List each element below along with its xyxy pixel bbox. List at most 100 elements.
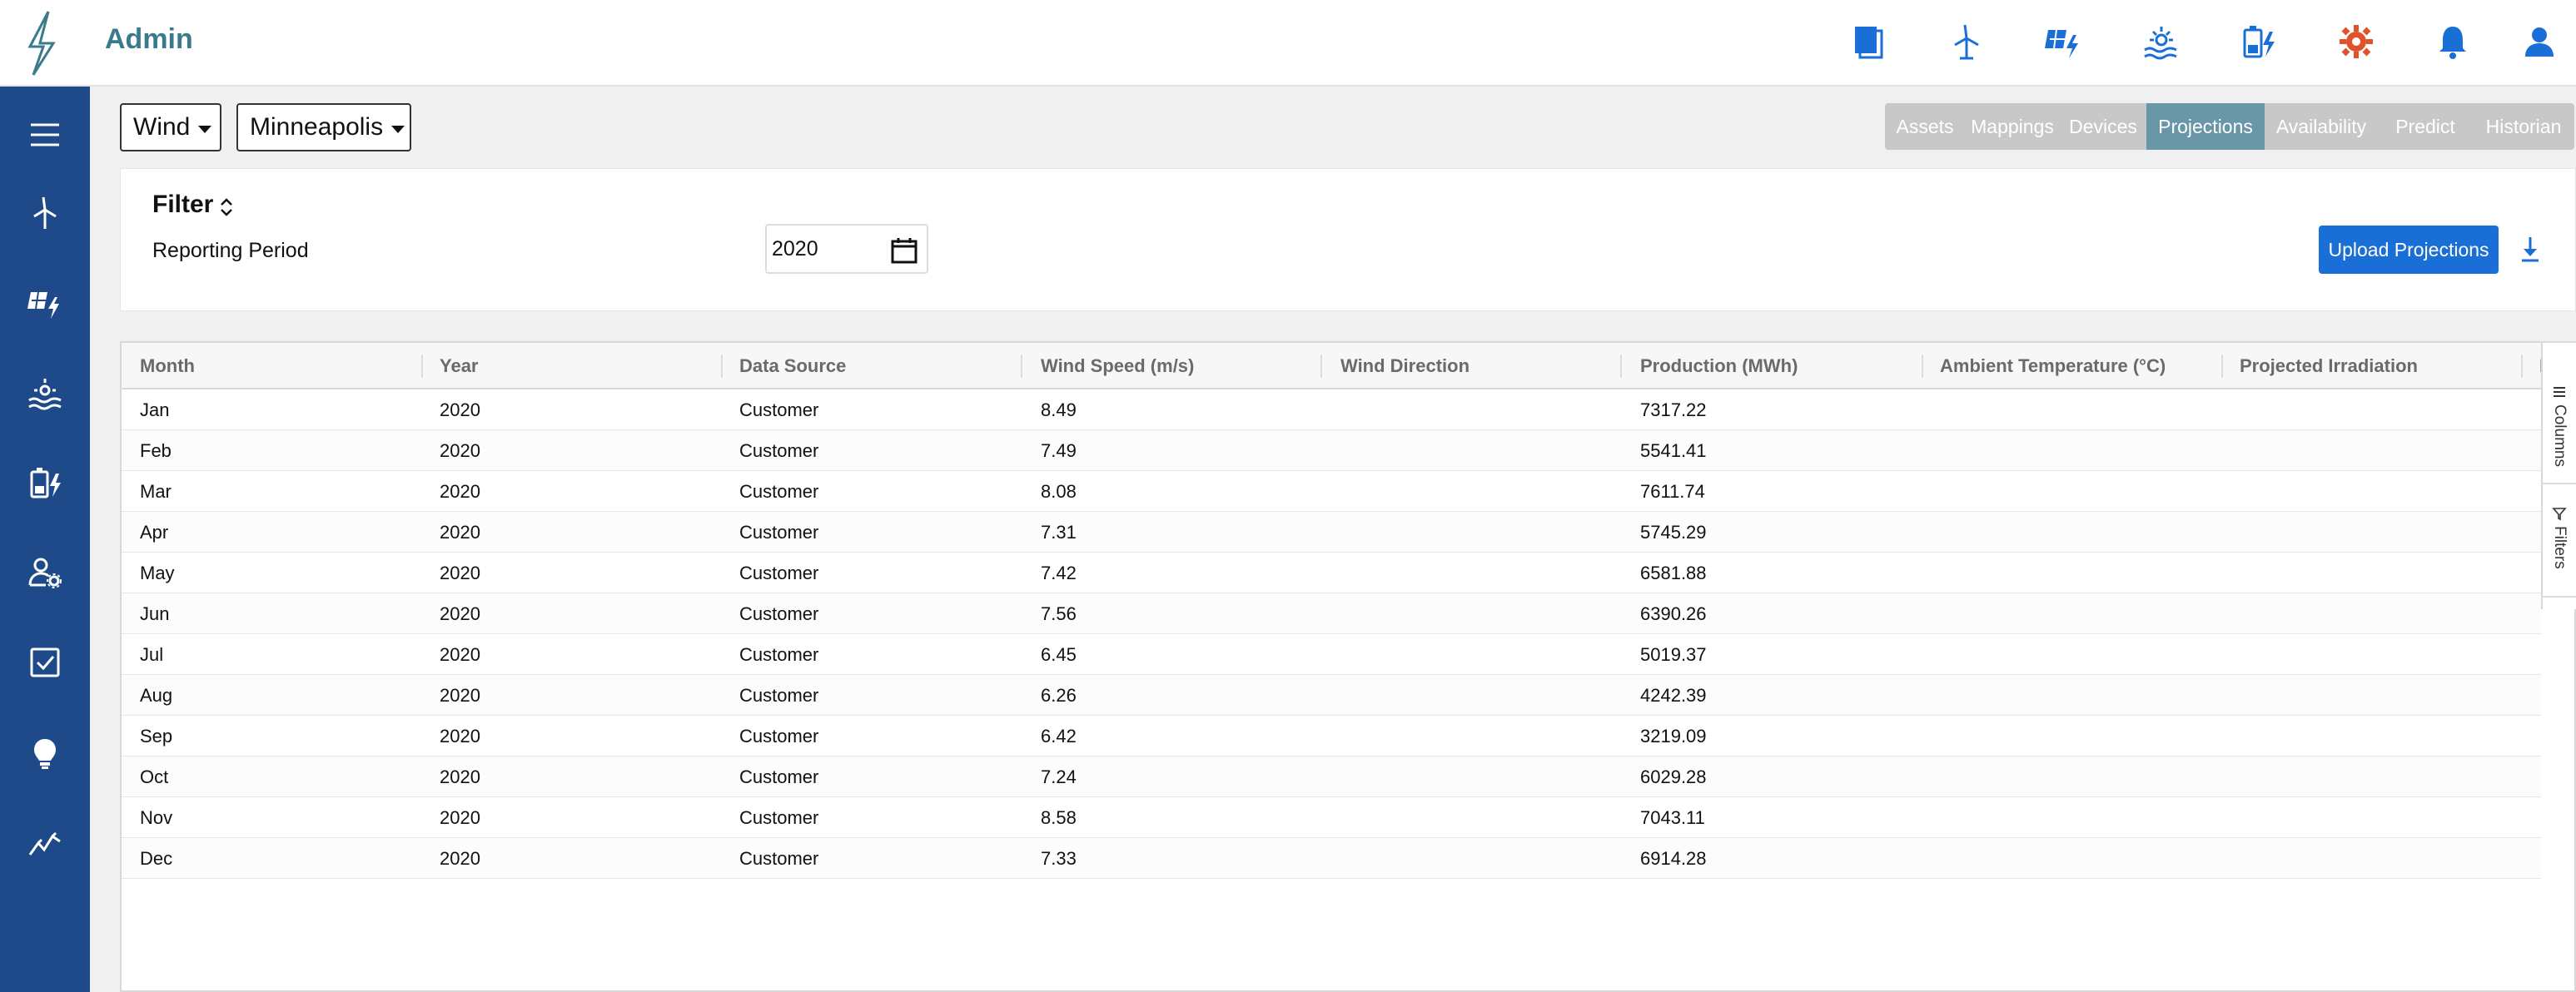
cell-month[interactable]: May	[140, 553, 175, 593]
cell-year[interactable]: 2020	[440, 593, 480, 634]
cell-year[interactable]: 2020	[440, 797, 480, 838]
cell-month[interactable]: Feb	[140, 430, 172, 471]
table-row[interactable]: Aug 2020 Customer 6.26 4242.39	[122, 675, 2541, 716]
table-row[interactable]: Oct 2020 Customer 7.24 6029.28	[122, 756, 2541, 797]
cell-month[interactable]: Nov	[140, 797, 172, 838]
battery-icon[interactable]	[2235, 18, 2281, 65]
cell-data-source[interactable]: Customer	[739, 756, 818, 797]
site-dropdown[interactable]: Minneapolis	[236, 103, 411, 151]
table-row[interactable]: Nov 2020 Customer 8.58 7043.11	[122, 797, 2541, 838]
column-separator[interactable]	[2221, 355, 2223, 378]
documents-icon[interactable]	[1845, 18, 1892, 65]
cell-data-source[interactable]: Customer	[739, 593, 818, 634]
cell-data-source[interactable]: Customer	[739, 471, 818, 512]
collapse-chevron-icon[interactable]	[219, 196, 234, 219]
tab-devices[interactable]: Devices	[2060, 103, 2146, 150]
table-row[interactable]: Apr 2020 Customer 7.31 5745.29	[122, 512, 2541, 553]
column-header-wind-direction[interactable]: Wind Direction	[1340, 343, 1470, 389]
column-separator[interactable]	[1620, 355, 1622, 378]
cell-month[interactable]: Jan	[140, 389, 169, 430]
tab-availability[interactable]: Availability	[2265, 103, 2378, 150]
table-row[interactable]: Feb 2020 Customer 7.49 5541.41	[122, 430, 2541, 471]
tab-assets[interactable]: Assets	[1885, 103, 1965, 150]
cell-year[interactable]: 2020	[440, 471, 480, 512]
cell-wind-speed[interactable]: 7.31	[1041, 512, 1077, 553]
table-row[interactable]: Sep 2020 Customer 6.42 3219.09	[122, 716, 2541, 756]
filters-panel-toggle[interactable]: Filters	[2543, 506, 2576, 598]
cell-wind-speed[interactable]: 8.58	[1041, 797, 1077, 838]
column-separator[interactable]	[721, 355, 723, 378]
cell-production[interactable]: 6390.26	[1640, 593, 1707, 634]
cell-production[interactable]: 7043.11	[1640, 797, 1705, 838]
cell-month[interactable]: Sep	[140, 716, 172, 756]
column-header-ambient-temperature[interactable]: Ambient Temperature (°C)	[1940, 343, 2166, 389]
cell-production[interactable]: 5745.29	[1640, 512, 1707, 553]
table-row[interactable]: Jun 2020 Customer 7.56 6390.26	[122, 593, 2541, 634]
asset-type-dropdown[interactable]: Wind	[120, 103, 221, 151]
settings-icon[interactable]	[2333, 18, 2380, 65]
cell-data-source[interactable]: Customer	[739, 512, 818, 553]
cell-wind-speed[interactable]: 8.08	[1041, 471, 1077, 512]
cell-production[interactable]: 7317.22	[1640, 389, 1707, 430]
cell-year[interactable]: 2020	[440, 675, 480, 716]
trend-icon[interactable]	[22, 821, 68, 867]
table-row[interactable]: Jan 2020 Customer 8.49 7317.22	[122, 389, 2541, 430]
column-header-production[interactable]: Production (MWh)	[1640, 343, 1798, 389]
column-header-month[interactable]: Month	[140, 343, 195, 389]
hydro-icon[interactable]	[22, 370, 68, 416]
cell-data-source[interactable]: Customer	[739, 716, 818, 756]
cell-production[interactable]: 5541.41	[1640, 430, 1707, 471]
cell-year[interactable]: 2020	[440, 716, 480, 756]
table-row[interactable]: Dec 2020 Customer 7.33 6914.28	[122, 838, 2541, 879]
menu-icon[interactable]	[22, 112, 68, 158]
checkbox-icon[interactable]	[22, 639, 68, 686]
cell-wind-speed[interactable]: 7.56	[1041, 593, 1077, 634]
cell-data-source[interactable]: Customer	[739, 389, 818, 430]
cell-wind-speed[interactable]: 6.42	[1041, 716, 1077, 756]
hydro-icon[interactable]	[2138, 18, 2185, 65]
cell-year[interactable]: 2020	[440, 553, 480, 593]
cell-production[interactable]: 3219.09	[1640, 716, 1707, 756]
column-header-projected-irradiation[interactable]: Projected Irradiation	[2240, 343, 2418, 389]
cell-production[interactable]: 6029.28	[1640, 756, 1707, 797]
cell-data-source[interactable]: Customer	[739, 675, 818, 716]
column-separator[interactable]	[421, 355, 423, 378]
cell-wind-speed[interactable]: 8.49	[1041, 389, 1077, 430]
cell-year[interactable]: 2020	[440, 838, 480, 879]
cell-wind-speed[interactable]: 6.26	[1041, 675, 1077, 716]
cell-data-source[interactable]: Customer	[739, 430, 818, 471]
tab-projections[interactable]: Projections	[2146, 103, 2265, 150]
cell-wind-speed[interactable]: 7.24	[1041, 756, 1077, 797]
lightbulb-icon[interactable]	[22, 731, 68, 777]
column-separator[interactable]	[2521, 355, 2523, 378]
table-row[interactable]: Jul 2020 Customer 6.45 5019.37	[122, 634, 2541, 675]
cell-month[interactable]: Oct	[140, 756, 168, 797]
upload-projections-button[interactable]: Upload Projections	[2319, 226, 2499, 274]
cell-production[interactable]: 6581.88	[1640, 553, 1707, 593]
column-separator[interactable]	[1320, 355, 1322, 378]
cell-year[interactable]: 2020	[440, 756, 480, 797]
cell-year[interactable]: 2020	[440, 430, 480, 471]
cell-month[interactable]: Dec	[140, 838, 172, 879]
column-header-data-source[interactable]: Data Source	[739, 343, 846, 389]
cell-data-source[interactable]: Customer	[739, 838, 818, 879]
user-settings-icon[interactable]	[22, 549, 68, 596]
cell-month[interactable]: Apr	[140, 512, 168, 553]
download-icon[interactable]	[2515, 232, 2545, 265]
column-separator[interactable]	[1021, 355, 1022, 378]
column-header-wind-speed[interactable]: Wind Speed (m/s)	[1041, 343, 1194, 389]
app-logo[interactable]	[15, 8, 68, 78]
tab-predict[interactable]: Predict	[2378, 103, 2473, 150]
wind-turbine-icon[interactable]	[1943, 18, 1990, 65]
user-icon[interactable]	[2516, 18, 2563, 65]
cell-wind-speed[interactable]: 7.33	[1041, 838, 1077, 879]
notifications-icon[interactable]	[2429, 18, 2476, 65]
cell-production[interactable]: 4242.39	[1640, 675, 1707, 716]
columns-panel-toggle[interactable]: Columns	[2543, 384, 2576, 484]
cell-data-source[interactable]: Customer	[739, 634, 818, 675]
cell-data-source[interactable]: Customer	[739, 553, 818, 593]
battery-icon[interactable]	[22, 459, 68, 506]
solar-panel-icon[interactable]	[2040, 18, 2086, 65]
cell-production[interactable]: 6914.28	[1640, 838, 1707, 879]
wind-turbine-icon[interactable]	[22, 190, 68, 236]
